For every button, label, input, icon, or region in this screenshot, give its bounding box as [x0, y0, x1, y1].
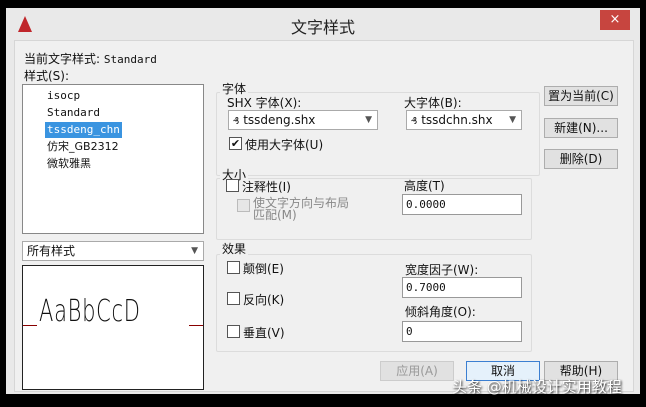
- height-input[interactable]: 0.0000: [402, 194, 522, 215]
- chevron-down-icon: ▼: [191, 246, 198, 256]
- big-font-value: tssdchn.shx: [421, 113, 493, 127]
- shx-font-label: SHX 字体(X):: [227, 96, 302, 110]
- vertical-label: 垂直(V): [243, 326, 285, 340]
- new-button[interactable]: 新建(N)...: [544, 118, 618, 138]
- close-button[interactable]: ×: [600, 10, 630, 30]
- font-icon: ₰: [233, 116, 240, 127]
- chevron-down-icon: ▼: [365, 115, 372, 125]
- annotative-checkbox[interactable]: [226, 179, 239, 192]
- watermark: 头条 @机械设计实用教程: [452, 378, 622, 396]
- preview-text: AaBbCcD: [39, 294, 141, 329]
- styles-label: 样式(S):: [24, 69, 70, 83]
- big-font-dropdown[interactable]: ₰ tssdchn.shx ▼: [406, 110, 522, 130]
- height-label: 高度(T): [404, 179, 445, 193]
- big-font-label: 大字体(B):: [404, 96, 462, 110]
- backwards-label: 反向(K): [243, 293, 285, 307]
- styles-list[interactable]: isocp Standard tssdeng_chn 仿宋_GB2312 微软雅…: [22, 84, 204, 234]
- style-filter-dropdown[interactable]: 所有样式 ▼: [22, 241, 204, 261]
- upside-down-label: 颠倒(E): [243, 262, 284, 276]
- set-current-button[interactable]: 置为当前(C): [544, 86, 618, 106]
- width-factor-label: 宽度因子(W):: [405, 263, 479, 277]
- title-bar[interactable]: 文字样式 ×: [6, 8, 640, 40]
- shx-font-value: tssdeng.shx: [243, 113, 316, 127]
- oblique-angle-label: 倾斜角度(O):: [405, 305, 476, 319]
- use-big-font-label: 使用大字体(U): [245, 138, 324, 152]
- font-icon: ₰: [411, 116, 418, 127]
- style-filter-value: 所有样式: [27, 244, 76, 258]
- preview-baseline-left: [23, 325, 37, 326]
- chevron-down-icon: ▼: [509, 115, 516, 125]
- oblique-angle-input[interactable]: 0: [402, 321, 522, 342]
- effects-group-title: 效果: [220, 240, 249, 257]
- current-style-label: 当前文字样式:: [24, 52, 101, 66]
- match-orientation-label: 使文字方向与布局 匹配(M): [253, 197, 349, 221]
- match-orientation-line2: 匹配(M): [253, 208, 297, 222]
- current-style-value: Standard: [103, 53, 157, 66]
- backwards-checkbox[interactable]: [227, 292, 240, 305]
- delete-button[interactable]: 删除(D): [544, 149, 618, 169]
- current-style-row: 当前文字样式: Standard: [24, 50, 157, 67]
- preview-baseline-right: [189, 325, 203, 326]
- apply-button[interactable]: 应用(A): [380, 361, 454, 381]
- list-item[interactable]: 微软雅黑: [45, 156, 93, 172]
- shx-font-dropdown[interactable]: ₰ tssdeng.shx ▼: [228, 110, 378, 130]
- list-item[interactable]: 仿宋_GB2312: [45, 139, 121, 155]
- upside-down-checkbox[interactable]: [227, 261, 240, 274]
- list-item[interactable]: isocp: [45, 88, 82, 104]
- dialog-title: 文字样式: [290, 18, 355, 37]
- list-item[interactable]: Standard: [45, 105, 102, 121]
- annotative-label: 注释性(I): [242, 180, 291, 194]
- match-orientation-checkbox[interactable]: [237, 199, 250, 212]
- preview-box: AaBbCcD: [22, 265, 204, 390]
- list-item-selected[interactable]: tssdeng_chn: [45, 122, 122, 138]
- width-factor-input[interactable]: 0.7000: [402, 277, 522, 298]
- vertical-checkbox[interactable]: [227, 325, 240, 338]
- use-big-font-checkbox[interactable]: ✔: [229, 137, 242, 150]
